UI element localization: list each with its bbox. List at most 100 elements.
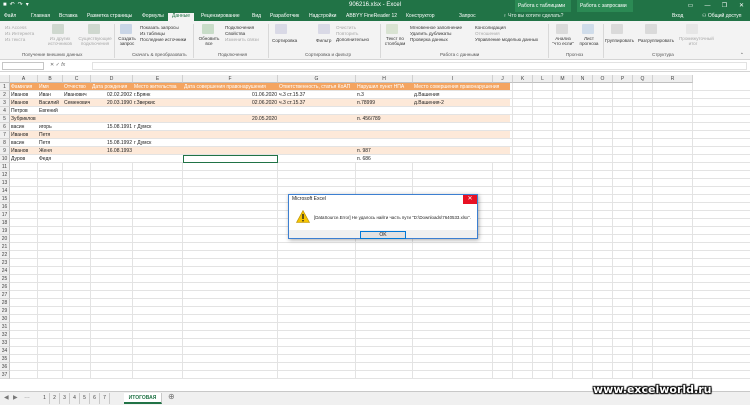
tab-data[interactable]: Данные — [168, 13, 195, 21]
show-queries-button[interactable]: Показать запросы — [140, 25, 179, 30]
ribbon-display-icon[interactable]: ▭ — [682, 0, 699, 12]
row-header[interactable]: 11 — [0, 163, 10, 171]
minimize-button[interactable]: — — [699, 0, 716, 12]
remove-duplicates-button[interactable]: Удалить дубликаты — [410, 31, 451, 36]
customize-icon[interactable]: ▾ — [26, 2, 29, 9]
name-box[interactable] — [2, 62, 44, 70]
table-cell[interactable]: д.Вашения-2 — [413, 99, 444, 107]
sign-in-link[interactable]: Вход — [672, 13, 683, 19]
table-cell[interactable]: п. 686 — [356, 155, 371, 163]
table-cell[interactable]: Иванов — [10, 99, 28, 107]
refresh-all-button[interactable]: Обновить все — [198, 36, 220, 46]
table-cell[interactable]: игорь — [38, 123, 52, 131]
filter-button[interactable]: Фильтр — [316, 38, 331, 43]
collapse-ribbon-icon[interactable]: ⌃ — [740, 52, 744, 57]
row-header[interactable]: 22 — [0, 251, 10, 259]
tab-page-layout[interactable]: Разметка страницы — [87, 13, 132, 20]
table-cell[interactable]: Зубриклов — [10, 115, 36, 123]
ungroup-button[interactable]: Разгруппировать — [638, 38, 674, 43]
column-header-o[interactable]: O — [593, 75, 613, 83]
column-header-d[interactable]: D — [91, 75, 133, 83]
row-header[interactable]: 27 — [0, 291, 10, 299]
sheet-tab[interactable]: 2 — [50, 393, 60, 404]
table-header-cell[interactable]: Ответственность, статья КоАП — [278, 83, 350, 91]
consolidate-button[interactable]: Консолидация — [475, 25, 506, 30]
table-header-cell[interactable]: Место жительства — [133, 83, 177, 91]
redo-icon[interactable]: ↷ — [18, 2, 23, 9]
sheet-tab[interactable]: 6 — [90, 393, 100, 404]
table-cell[interactable]: п. 987 — [356, 147, 371, 155]
table-cell[interactable]: 15.08.1992 — [91, 139, 133, 147]
table-cell[interactable]: п.3 — [356, 91, 364, 99]
ok-button[interactable]: OK — [360, 231, 406, 239]
table-cell[interactable]: Петя — [38, 131, 50, 139]
row-header[interactable]: 32 — [0, 331, 10, 339]
table-cell[interactable]: Иванов — [10, 91, 28, 99]
row-header[interactable]: 2 — [0, 91, 10, 99]
table-cell[interactable]: Петров — [10, 107, 28, 115]
row-header[interactable]: 3 — [0, 99, 10, 107]
table-cell[interactable]: ч.3 ст.15.37 — [278, 99, 305, 107]
column-header-i[interactable]: I — [413, 75, 493, 83]
tab-developer[interactable]: Разработчик — [270, 13, 299, 20]
properties-button[interactable]: Свойства — [225, 31, 245, 36]
table-cell[interactable]: 20.03.1990 — [91, 99, 133, 107]
text-to-columns-button[interactable]: Текст по столбцам — [383, 36, 407, 46]
tab-addins[interactable]: Надстройки — [309, 13, 336, 20]
table-header-cell[interactable]: Дата рождения — [91, 83, 127, 91]
table-cell[interactable]: Женя — [38, 147, 52, 155]
row-header[interactable]: 4 — [0, 107, 10, 115]
table-cell[interactable]: Иванов — [10, 147, 28, 155]
formula-input[interactable] — [92, 62, 747, 70]
row-header[interactable]: 1 — [0, 83, 10, 91]
row-header[interactable]: 21 — [0, 243, 10, 251]
other-sources-button[interactable]: Из других источников — [44, 36, 76, 46]
table-cell[interactable]: д.Вашения — [413, 91, 439, 99]
manage-data-model-button[interactable]: Управление моделью данных — [475, 37, 538, 42]
existing-connections-button[interactable]: Существующие подключения — [77, 36, 113, 46]
table-header-cell[interactable]: Нарушил пункт НПА — [356, 83, 404, 91]
column-header-j[interactable]: J — [493, 75, 513, 83]
table-cell[interactable]: г.Брянк — [133, 91, 150, 99]
row-header[interactable]: 30 — [0, 315, 10, 323]
column-header-p[interactable]: P — [613, 75, 633, 83]
table-cell[interactable]: 15.08.1991 — [91, 123, 133, 131]
tab-insert[interactable]: Вставка — [59, 13, 78, 20]
column-header-r[interactable]: R — [653, 75, 693, 83]
share-button[interactable]: ⚇ Общий доступ — [702, 13, 741, 19]
sheet-tab[interactable]: 7 — [100, 393, 110, 404]
column-header-f[interactable]: F — [183, 75, 278, 83]
table-cell[interactable]: п. 456/789 — [356, 115, 381, 123]
new-query-button[interactable]: Создать запрос — [117, 36, 137, 46]
what-if-button[interactable]: Анализ "что если" — [551, 36, 575, 46]
recent-sources-button[interactable]: Последние источники — [140, 37, 186, 42]
group-button[interactable]: Группировать — [605, 38, 634, 43]
row-header[interactable]: 7 — [0, 131, 10, 139]
from-access-button[interactable]: Из Access — [5, 25, 27, 30]
table-cell[interactable]: Иванович — [63, 91, 87, 99]
column-header-g[interactable]: G — [278, 75, 356, 83]
row-header[interactable]: 34 — [0, 347, 10, 355]
tab-review[interactable]: Рецензирование — [201, 13, 240, 20]
tab-view[interactable]: Вид — [252, 13, 261, 20]
dialog-close-button[interactable]: ✕ — [463, 195, 477, 204]
row-header[interactable]: 14 — [0, 187, 10, 195]
undo-icon[interactable]: ↶ — [10, 2, 15, 9]
table-cell[interactable]: Василий — [38, 99, 59, 107]
row-header[interactable]: 8 — [0, 139, 10, 147]
flash-fill-button[interactable]: Мгновенное заполнение — [410, 25, 462, 30]
edit-links-button[interactable]: Изменить связи — [225, 37, 259, 42]
table-cell[interactable]: г Думск — [133, 123, 151, 131]
tab-query[interactable]: Запрос — [459, 13, 476, 20]
table-cell[interactable]: Петя — [38, 139, 50, 147]
row-header[interactable]: 37 — [0, 371, 10, 379]
maximize-button[interactable]: ❐ — [716, 0, 733, 12]
prev-sheet-icon[interactable]: ◀ — [4, 394, 9, 401]
select-all-corner[interactable] — [0, 75, 10, 83]
table-cell[interactable]: г Думск — [133, 139, 151, 147]
from-table-button[interactable]: Из таблицы — [140, 31, 165, 36]
tab-home[interactable]: Главная — [31, 13, 50, 20]
connections-button[interactable]: Подключения — [225, 25, 254, 30]
table-cell[interactable]: Федя — [38, 155, 51, 163]
add-sheet-icon[interactable]: ⊕ — [168, 392, 175, 401]
